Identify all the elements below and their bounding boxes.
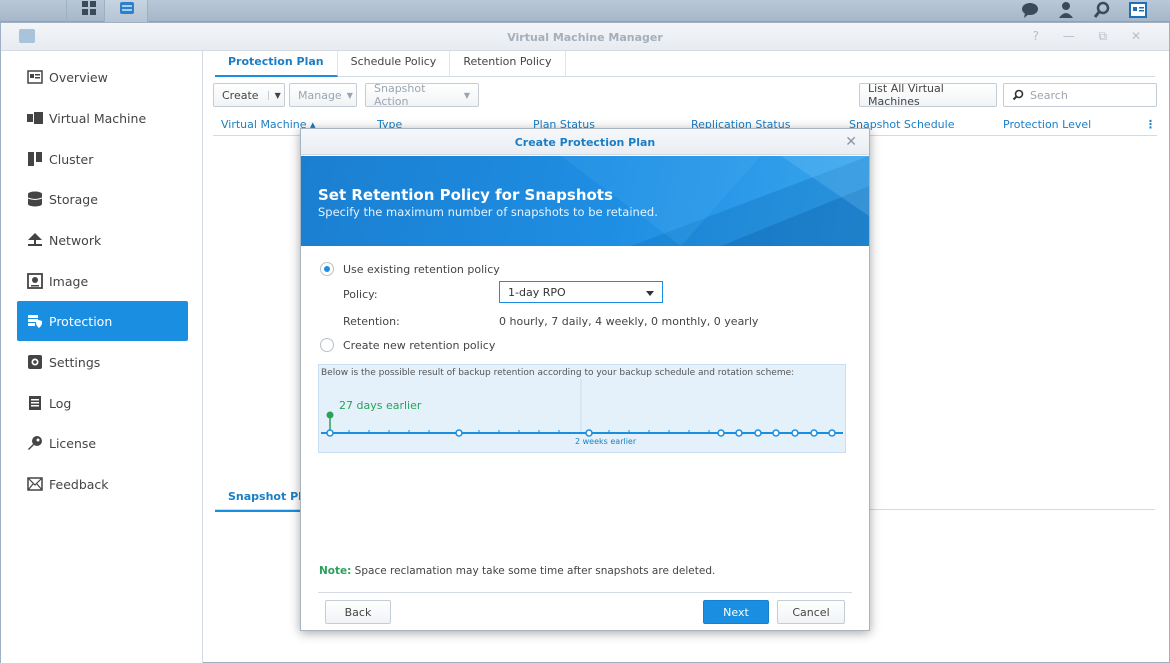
- sidebar-item-label: Log: [49, 395, 72, 411]
- sidebar-item-feedback[interactable]: Feedback: [17, 464, 188, 504]
- use-existing-policy-label: Use existing retention policy: [343, 263, 500, 276]
- create-button[interactable]: Create ▼: [213, 83, 285, 107]
- dialog-footer-divider: [318, 592, 852, 593]
- next-button[interactable]: Next: [703, 600, 769, 624]
- chevron-down-icon: ▼: [267, 90, 281, 100]
- widgets-icon[interactable]: [1128, 0, 1148, 20]
- tab-protection-plan[interactable]: Protection Plan: [215, 51, 338, 77]
- sidebar-item-image[interactable]: Image: [17, 261, 188, 301]
- tab-retention-policy[interactable]: Retention Policy: [450, 51, 566, 77]
- create-protection-plan-dialog: Create Protection Plan ✕ Set Retention P…: [300, 128, 870, 631]
- image-icon: [27, 273, 43, 289]
- manage-button[interactable]: Manage ▼: [289, 83, 357, 107]
- close-icon[interactable]: ✕: [845, 134, 857, 150]
- sidebar-item-label: Settings: [49, 354, 101, 370]
- sidebar-item-log[interactable]: Log: [17, 383, 188, 423]
- vmm-taskbar-button[interactable]: [104, 0, 148, 22]
- manage-button-label: Manage: [298, 88, 342, 102]
- cancel-button[interactable]: Cancel: [777, 600, 845, 624]
- note-label: Note:: [319, 565, 352, 577]
- snapshot-action-label: Snapshot Action: [374, 82, 426, 108]
- snapshot-action-button[interactable]: Snapshot Action ▼: [365, 82, 479, 108]
- cluster-icon: [27, 151, 43, 167]
- taskbar: [0, 0, 1170, 22]
- timeline-mid-label: 2 weeks earlier: [575, 437, 637, 446]
- window-titlebar[interactable]: Virtual Machine Manager ? — ⧉ ✕: [1, 23, 1169, 51]
- virtual-machine-icon: [27, 110, 43, 126]
- use-existing-policy-radio[interactable]: [320, 262, 334, 276]
- sidebar-item-label: License: [49, 435, 97, 451]
- sidebar-item-label: Virtual Machine: [49, 110, 147, 126]
- user-icon[interactable]: [1056, 0, 1076, 20]
- policy-select-value: 1-day RPO: [508, 286, 566, 299]
- search-icon: [1012, 89, 1024, 101]
- note-text: Space reclamation may take some time aft…: [351, 565, 716, 577]
- timeline-first-label: 27 days earlier: [339, 399, 422, 412]
- list-all-vms-button[interactable]: List All Virtual Machines: [859, 82, 997, 108]
- chevron-down-icon: [646, 291, 654, 296]
- sidebar-item-storage[interactable]: Storage: [17, 179, 188, 219]
- retention-value: 0 hourly, 7 daily, 4 weekly, 0 monthly, …: [499, 315, 759, 328]
- gear-icon: [27, 354, 43, 370]
- search-icon[interactable]: [1092, 0, 1112, 20]
- back-button[interactable]: Back: [325, 600, 391, 624]
- sidebar-item-settings[interactable]: Settings: [17, 342, 188, 382]
- sidebar-item-overview[interactable]: Overview: [17, 57, 188, 97]
- protection-icon: [27, 313, 43, 329]
- column-protection-level[interactable]: Protection Level: [1003, 118, 1091, 131]
- retention-label: Retention:: [343, 315, 400, 328]
- policy-select[interactable]: 1-day RPO: [499, 281, 663, 303]
- main-tabs: Protection Plan Schedule Policy Retentio…: [215, 51, 1155, 77]
- chat-icon[interactable]: [1020, 0, 1040, 20]
- sidebar-item-label: Overview: [49, 69, 108, 85]
- sidebar-item-license[interactable]: License: [17, 423, 188, 463]
- column-menu-icon[interactable]: ⋮: [1145, 118, 1156, 131]
- sidebar-item-label: Protection: [49, 313, 113, 329]
- sidebar-item-label: Storage: [49, 191, 98, 207]
- tab-schedule-policy[interactable]: Schedule Policy: [338, 51, 451, 77]
- window-controls[interactable]: ? — ⧉ ✕: [1033, 29, 1151, 44]
- sidebar-item-label: Feedback: [49, 476, 109, 492]
- vmm-app-icon: [120, 2, 134, 14]
- retention-timeline: Below is the possible result of backup r…: [318, 364, 846, 453]
- window-title: Virtual Machine Manager: [507, 31, 663, 44]
- dialog-title[interactable]: Create Protection Plan: [301, 129, 869, 155]
- dialog-banner: Set Retention Policy for Snapshots Speci…: [301, 156, 869, 246]
- storage-icon: [27, 191, 43, 207]
- log-icon: [27, 395, 43, 411]
- sidebar-item-label: Cluster: [49, 151, 94, 167]
- network-icon: [27, 232, 43, 248]
- sidebar-item-virtual-machine[interactable]: Virtual Machine: [17, 98, 188, 138]
- dialog-subheading: Specify the maximum number of snapshots …: [318, 205, 658, 219]
- grid-icon: [82, 1, 96, 15]
- sidebar-item-cluster[interactable]: Cluster: [17, 139, 188, 179]
- toolbar: Create ▼ Manage ▼ Snapshot Action ▼ List…: [213, 82, 1157, 109]
- dialog-heading: Set Retention Policy for Snapshots: [318, 186, 613, 204]
- policy-label: Policy:: [343, 288, 378, 301]
- sidebar-item-protection[interactable]: Protection: [17, 301, 188, 341]
- create-new-policy-radio[interactable]: [320, 338, 334, 352]
- sidebar-item-network[interactable]: Network: [17, 220, 188, 260]
- chevron-down-icon: ▼: [346, 90, 353, 100]
- sidebar-item-label: Network: [49, 232, 102, 248]
- sidebar-item-label: Image: [49, 273, 89, 289]
- chevron-down-icon: ▼: [463, 90, 470, 100]
- create-button-label: Create: [222, 88, 259, 102]
- sidebar: Overview Virtual Machine Cluster Storage…: [1, 51, 203, 663]
- key-icon: [27, 435, 43, 451]
- overview-icon: [27, 69, 43, 85]
- dialog-note: Note: Space reclamation may take some ti…: [319, 565, 715, 577]
- search-placeholder: Search: [1030, 88, 1068, 102]
- create-new-policy-label: Create new retention policy: [343, 339, 496, 352]
- mail-icon: [27, 476, 43, 492]
- search-input[interactable]: Search: [1003, 83, 1157, 107]
